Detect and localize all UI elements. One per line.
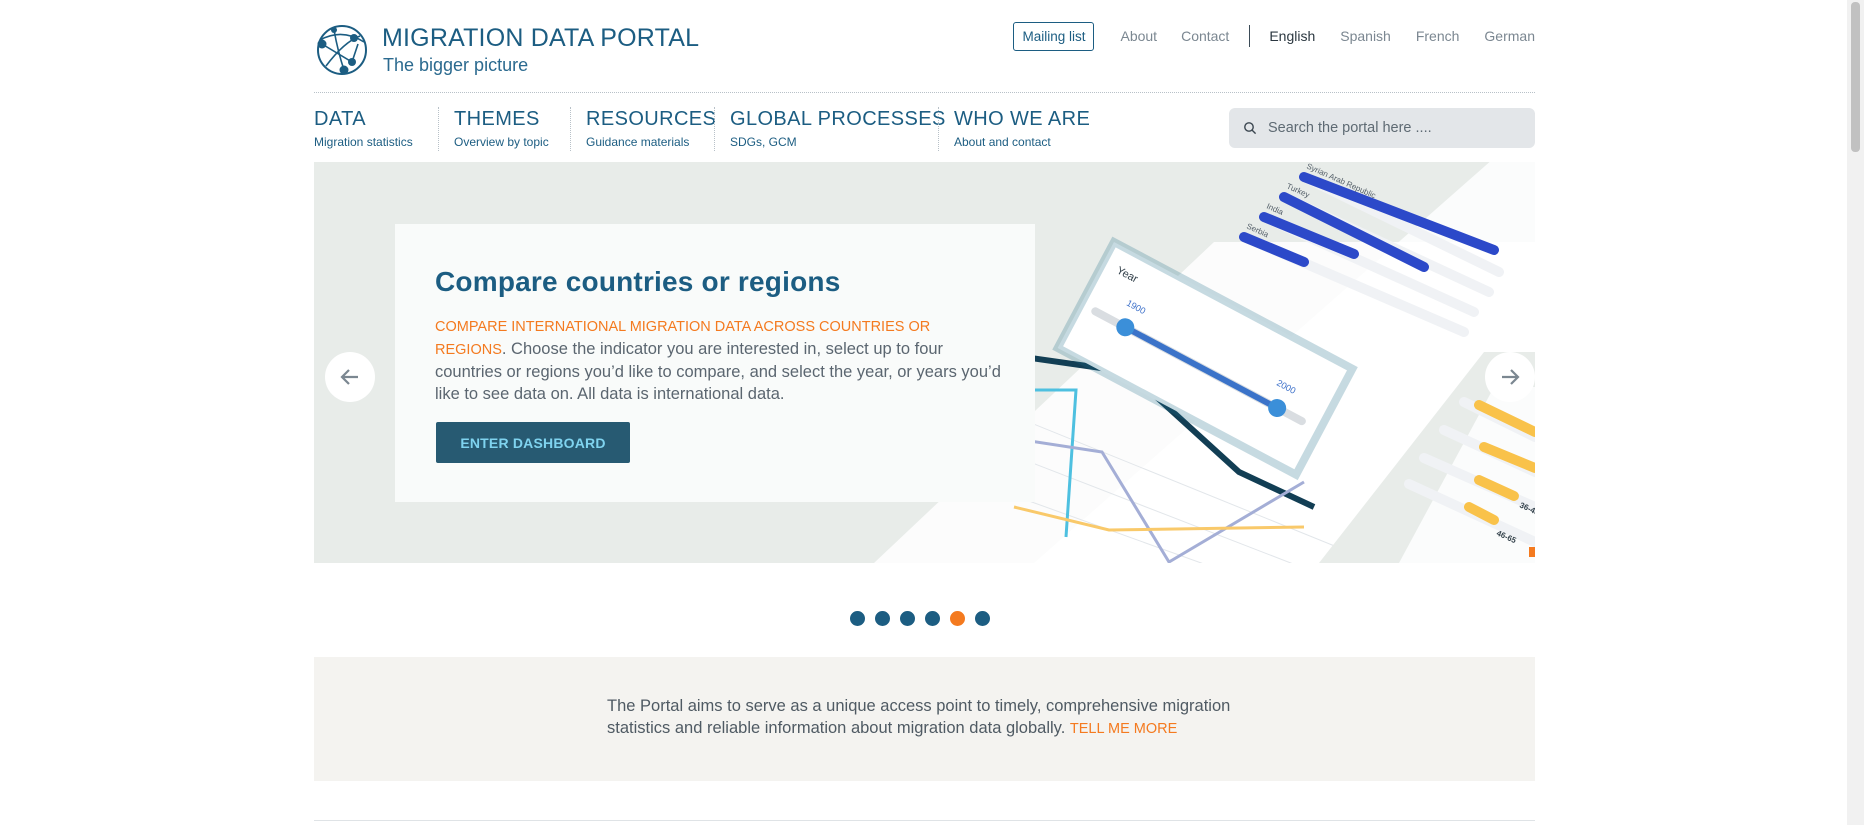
- nav-item-data[interactable]: DATA Migration statistics: [314, 108, 413, 152]
- nav-item-subtitle: SDGs, GCM: [730, 135, 797, 149]
- carousel-dot-4[interactable]: [925, 611, 940, 626]
- hero-title: Compare countries or regions: [435, 266, 841, 297]
- mailing-list-button[interactable]: Mailing list: [1013, 21, 1095, 51]
- arrow-left-icon: [340, 369, 358, 385]
- hero-card: Compare countries or regions COMPARE INT…: [395, 224, 1035, 502]
- site-tagline: The bigger picture: [383, 55, 529, 75]
- carousel-dot-5[interactable]: [950, 611, 965, 626]
- language-german[interactable]: German: [1484, 28, 1535, 44]
- main-nav: DATA Migration statistics THEMES Overvie…: [314, 93, 1535, 161]
- nav-item-title: WHO WE ARE: [954, 108, 1091, 130]
- search-box: [1229, 108, 1535, 148]
- about-section: The Portal aims to serve as a unique acc…: [314, 657, 1535, 781]
- nav-item-title: RESOURCES: [586, 108, 717, 130]
- search-icon[interactable]: [1243, 121, 1257, 135]
- carousel-dot-3[interactable]: [900, 611, 915, 626]
- page: MIGRATION DATA PORTAL The bigger picture…: [0, 0, 1864, 825]
- arrow-right-icon: [1502, 369, 1520, 385]
- language-spanish[interactable]: Spanish: [1340, 28, 1391, 44]
- hero-carousel: Syrian Arab Republic Turkey India Serbia…: [314, 162, 1535, 563]
- nav-item-subtitle: About and contact: [954, 135, 1051, 149]
- nav-item-who-we-are[interactable]: WHO WE ARE About and contact: [954, 108, 1090, 152]
- carousel-prev-button[interactable]: [325, 352, 375, 402]
- nav-item-title: THEMES: [454, 108, 540, 130]
- nav-divider: [938, 107, 939, 151]
- about-text: The Portal aims to serve as a unique acc…: [607, 695, 1267, 740]
- divider: [1249, 25, 1251, 47]
- nav-item-subtitle: Overview by topic: [454, 135, 549, 149]
- carousel-dot-2[interactable]: [875, 611, 890, 626]
- carousel-dot-6[interactable]: [975, 611, 990, 626]
- nav-item-title: DATA: [314, 108, 366, 130]
- globe-network-logo-icon[interactable]: [314, 22, 370, 78]
- nav-divider: [714, 107, 715, 151]
- scrollbar[interactable]: [1847, 0, 1864, 825]
- section-divider: [314, 820, 1535, 821]
- nav-item-subtitle: Migration statistics: [314, 135, 413, 149]
- nav-item-global-processes[interactable]: GLOBAL PROCESSES SDGs, GCM: [730, 108, 946, 152]
- site-title[interactable]: MIGRATION DATA PORTAL: [382, 24, 699, 53]
- site-header: MIGRATION DATA PORTAL The bigger picture…: [314, 0, 1535, 93]
- contact-link[interactable]: Contact: [1181, 28, 1229, 44]
- carousel-next-button[interactable]: [1485, 352, 1535, 402]
- hero-description: COMPARE INTERNATIONAL MIGRATION DATA ACR…: [435, 315, 1005, 405]
- hero-body: . Choose the indicator you are intereste…: [435, 340, 1001, 403]
- nav-item-subtitle: Guidance materials: [586, 135, 690, 149]
- nav-divider: [438, 107, 439, 151]
- tell-me-more-link[interactable]: TELL ME MORE: [1070, 721, 1177, 737]
- carousel-indicators: [850, 611, 1000, 626]
- about-link[interactable]: About: [1120, 28, 1157, 44]
- nav-divider: [570, 107, 571, 151]
- language-french[interactable]: French: [1416, 28, 1460, 44]
- nav-item-resources[interactable]: RESOURCES Guidance materials: [586, 108, 716, 152]
- language-english[interactable]: English: [1269, 28, 1315, 44]
- top-links: Mailing list About Contact English Spani…: [1013, 20, 1535, 52]
- scrollbar-thumb[interactable]: [1851, 2, 1860, 152]
- carousel-dot-1[interactable]: [850, 611, 865, 626]
- nav-item-title: GLOBAL PROCESSES: [730, 108, 946, 130]
- nav-item-themes[interactable]: THEMES Overview by topic: [454, 108, 549, 152]
- search-input[interactable]: [1268, 120, 1518, 136]
- enter-dashboard-button[interactable]: ENTER DASHBOARD: [436, 422, 630, 463]
